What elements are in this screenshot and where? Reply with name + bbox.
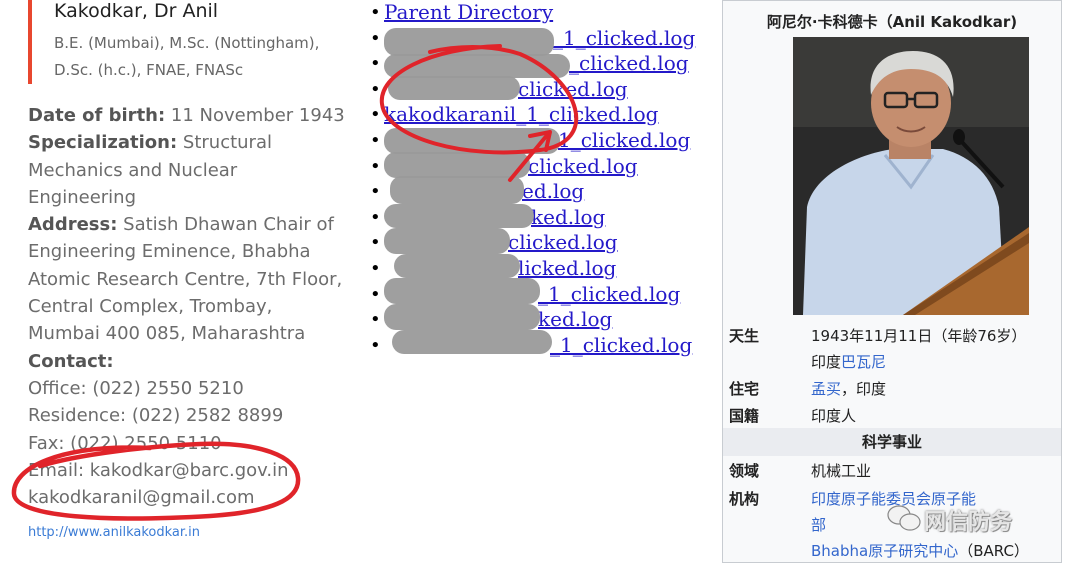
profile-degrees: B.E. (Mumbai), M.Sc. (Nottingham), D.Sc.… <box>54 34 320 79</box>
residence-phone: Residence: (022) 2582 8899 <box>28 405 284 427</box>
bullet: • <box>370 104 381 126</box>
residence-label: 住宅 <box>729 380 760 398</box>
spec-line: Specialization: Structural <box>28 129 348 156</box>
file-link-kakodkaranil[interactable]: kakodkaranil_1_clicked.log <box>384 102 658 128</box>
bullet: • <box>370 257 381 279</box>
born-label: 天生 <box>729 327 760 345</box>
spec-value-2: Mechanics and Nuclear <box>28 159 238 181</box>
nationality-value: 印度人 <box>811 407 857 425</box>
address-label: Address: <box>28 214 118 236</box>
institution-label: 机构 <box>729 490 760 508</box>
residence-link[interactable]: 孟买 <box>811 380 841 398</box>
bullet: • <box>370 155 381 177</box>
address-value-1: Satish Dhawan Chair of <box>123 214 334 236</box>
red-ellipse-annotation <box>11 441 301 521</box>
person-photo-illustration <box>793 37 1029 315</box>
redaction-blob <box>384 204 534 228</box>
office-phone: Office: (022) 2550 5210 <box>28 377 244 399</box>
address-line: Address: Satish Dhawan Chair of <box>28 211 348 238</box>
redaction-blob <box>384 152 530 178</box>
dob-value: 11 November 1943 <box>170 105 345 126</box>
redaction-blob <box>388 76 520 100</box>
bullet: • <box>370 334 381 356</box>
profile-panel: Kakodkar, Dr Anil B.E. (Mumbai), M.Sc. (… <box>0 0 360 567</box>
bullet: • <box>370 129 381 151</box>
dob-line: Date of birth: 11 November 1943 <box>28 102 348 129</box>
institution-link-2[interactable]: 部 <box>811 514 826 535</box>
watermark-text: 网信防务 <box>924 510 1013 535</box>
bullet: • <box>370 181 381 203</box>
file-link[interactable]: 1_clicked.log <box>558 128 690 154</box>
bullet: • <box>370 78 381 100</box>
redaction-blob <box>392 330 552 354</box>
profile-name: Kakodkar, Dr Anil <box>54 0 219 22</box>
field-label: 领域 <box>729 462 760 480</box>
redaction-blob <box>384 128 560 154</box>
file-link[interactable]: ked.log <box>538 307 612 333</box>
bullet: • <box>370 53 381 75</box>
born-value: 1943年11月11日（年龄76岁） <box>811 327 1027 345</box>
born-place: 印度巴瓦尼 <box>811 351 886 372</box>
redaction-blob <box>390 176 524 204</box>
residence-value: 孟买，印度 <box>811 378 886 399</box>
file-link[interactable]: _clicked.log <box>569 51 689 77</box>
list-item: • Parent Directory <box>370 0 715 26</box>
residence-suffix: ，印度 <box>841 380 887 398</box>
address-value-5: Mumbai 400 085, Maharashtra <box>28 323 306 345</box>
barc-suffix: （BARC） <box>958 542 1029 560</box>
field-value: 机械工业 <box>811 462 872 480</box>
file-link[interactable]: ed.log <box>522 179 584 205</box>
accent-bar <box>28 0 32 84</box>
address-value-4: Central Complex, Trombay, <box>28 296 273 318</box>
redaction-blob <box>394 254 520 278</box>
bullet: • <box>370 2 381 23</box>
address-value-3: Atomic Research Centre, 7th Floor, <box>28 268 343 290</box>
file-link[interactable]: _1_clicked.log <box>553 26 695 52</box>
institution-line-3: Bhabha原子研究中心（BARC） <box>811 540 1029 561</box>
redaction-blob <box>384 278 540 304</box>
list-item: • kakodkaranil_1_clicked.log <box>370 102 715 128</box>
redaction-blob <box>384 304 540 330</box>
address-value-2: Engineering Eminence, Bhabha <box>28 241 311 263</box>
file-link[interactable]: clicked.log <box>518 77 628 103</box>
bullet: • <box>370 206 381 228</box>
file-link[interactable]: clicked.log <box>528 154 638 180</box>
file-link[interactable]: clicked.log <box>508 230 618 256</box>
wiki-infobox: 阿尼尔·卡科德卡（Anil Kakodkar) 天生 1943年11月11日（年… <box>722 0 1062 563</box>
parent-directory-link[interactable]: Parent Directory <box>384 0 553 26</box>
spec-value-3: Engineering <box>28 186 136 208</box>
infobox-title: 阿尼尔·卡科德卡（Anil Kakodkar) <box>766 13 1018 31</box>
spec-label: Specialization: <box>28 132 178 154</box>
file-link[interactable]: _1_clicked.log <box>550 333 692 359</box>
contact-label: Contact: <box>28 350 114 372</box>
dob-label: Date of birth: <box>28 105 166 126</box>
redaction-blob <box>384 54 570 78</box>
wechat-icon <box>887 505 921 531</box>
bullet: • <box>370 309 381 331</box>
file-link[interactable]: licked.log <box>518 256 616 282</box>
redaction-blob <box>384 28 554 56</box>
file-link[interactable]: ked.log <box>531 205 605 231</box>
spec-value-1: Structural <box>182 132 272 154</box>
bullet: • <box>370 283 381 305</box>
barc-link[interactable]: Bhabha原子研究中心 <box>811 542 958 560</box>
directory-listing: • Parent Directory • _1_clicked.log • _clic… <box>370 0 715 360</box>
file-link[interactable]: _1_clicked.log <box>538 282 680 308</box>
born-place-link[interactable]: 巴瓦尼 <box>841 353 886 371</box>
nationality-label: 国籍 <box>729 407 760 425</box>
bullet: • <box>370 232 381 254</box>
redaction-blob <box>384 228 510 254</box>
section-header: 科学事业 <box>723 428 1061 456</box>
born-place-country: 印度 <box>811 353 842 371</box>
portrait-photo <box>793 37 1029 315</box>
bullet: • <box>370 27 381 49</box>
